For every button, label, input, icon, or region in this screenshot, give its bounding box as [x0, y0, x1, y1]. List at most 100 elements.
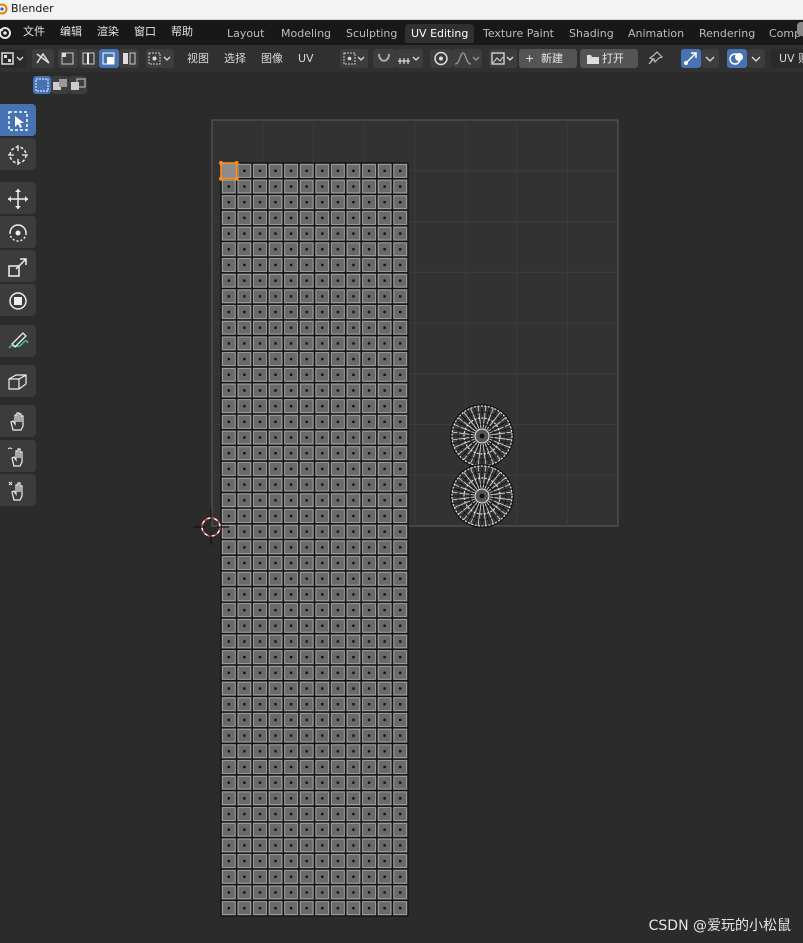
menu-render[interactable]: 渲染	[97, 25, 119, 39]
pinch-tool[interactable]	[0, 474, 36, 506]
tab-uv-editing[interactable]: UV Editing	[405, 24, 475, 43]
pin-image-button[interactable]	[644, 49, 666, 68]
tab-shading[interactable]: Shading	[563, 24, 620, 43]
tab-rendering[interactable]: Rendering	[693, 24, 761, 43]
menu-select[interactable]: 选择	[224, 52, 246, 65]
rip-tool[interactable]	[0, 365, 36, 397]
window-titlebar: Blender	[0, 0, 803, 20]
cursor-icon	[8, 145, 28, 165]
pivot-point-dropdown[interactable]	[340, 49, 368, 68]
sync-selection-toggle[interactable]	[32, 49, 54, 68]
tab-layout[interactable]: Layout	[221, 24, 270, 43]
edge-select-mode[interactable]	[79, 49, 99, 68]
cursor-tool[interactable]	[0, 138, 36, 170]
blender-logo-icon	[0, 3, 8, 15]
menu-view[interactable]: 视图	[187, 52, 209, 65]
uv-editor-viewport[interactable]	[0, 98, 803, 943]
window-title: Blender	[11, 2, 54, 15]
sticky-selection-icon	[148, 52, 171, 65]
face-select-mode[interactable]	[99, 49, 119, 68]
gizmo-toggle[interactable]	[681, 49, 701, 68]
annotate-icon	[8, 332, 29, 349]
menu-edit[interactable]: 编辑	[60, 25, 82, 39]
uv-map-label: UV 贴	[779, 52, 803, 65]
overlay-icon	[729, 53, 743, 65]
overlay-toggle[interactable]	[727, 49, 747, 68]
rotate-tool[interactable]	[0, 216, 36, 248]
tab-modeling[interactable]: Modeling	[275, 24, 337, 43]
transform-tool[interactable]	[0, 284, 36, 316]
folder-icon	[587, 55, 599, 64]
select-box-tool[interactable]	[0, 104, 36, 136]
gizmo-dropdown[interactable]	[701, 49, 719, 68]
plus-icon: +	[525, 52, 535, 65]
tab-sculpting[interactable]: Sculpting	[340, 24, 403, 43]
pin-icon	[648, 51, 664, 65]
tab-animation[interactable]: Animation	[622, 24, 690, 43]
top-menubar: 文件 编辑 渲染 窗口 帮助 Layout Modeling Sculpting…	[0, 20, 803, 45]
snap-increment-icon	[398, 56, 420, 64]
select-extend-icon	[53, 79, 67, 90]
menu-window[interactable]: 窗口	[134, 25, 156, 39]
menu-help[interactable]: 帮助	[171, 25, 193, 39]
menu-image[interactable]: 图像	[261, 52, 283, 65]
grab-icon	[10, 412, 24, 431]
island-select-mode[interactable]	[119, 49, 139, 68]
move-icon	[8, 189, 28, 209]
blender-menu-icon[interactable]	[0, 25, 12, 40]
open-image-label: 打开	[602, 52, 624, 65]
chevron-down-icon	[705, 56, 715, 62]
open-image-button[interactable]: 打开	[580, 49, 638, 68]
new-image-label: 新建	[541, 52, 563, 65]
selected-uv-face[interactable]	[219, 161, 239, 181]
transform-icon	[9, 292, 27, 310]
select-new-mode[interactable]	[33, 76, 51, 94]
snap-target-dropdown[interactable]	[395, 49, 423, 68]
move-tool[interactable]	[0, 182, 36, 214]
uv-island-strip[interactable]	[220, 162, 409, 917]
island-mode-icon	[123, 52, 136, 65]
select-subtract-mode[interactable]	[69, 76, 87, 94]
vertex-select-mode[interactable]	[58, 49, 78, 68]
select-subtract-icon	[71, 78, 86, 90]
snap-toggle[interactable]	[373, 49, 395, 68]
rip-icon	[8, 374, 27, 390]
proportional-edit-icon	[434, 51, 448, 66]
face-mode-icon	[102, 52, 115, 65]
uv-map-dropdown[interactable]: UV 贴	[771, 49, 803, 68]
new-image-button[interactable]: + 新建	[519, 49, 577, 68]
image-browse-dropdown[interactable]	[489, 49, 517, 68]
falloff-dropdown[interactable]	[452, 49, 482, 68]
uv-island-circle[interactable]	[450, 464, 514, 528]
select-extend-mode[interactable]	[51, 76, 69, 94]
tool-settings-bar	[0, 72, 803, 98]
select-new-icon	[35, 78, 49, 92]
chevron-down-icon	[751, 56, 761, 62]
overlay-dropdown[interactable]	[747, 49, 765, 68]
menu-file[interactable]: 文件	[23, 25, 45, 39]
editor-type-icon	[1, 52, 24, 65]
snap-icon	[378, 53, 390, 62]
grab-tool[interactable]	[0, 405, 36, 437]
scale-icon	[8, 258, 27, 277]
uv-editor-header: 视图 选择 图像 UV + 新建 打开 UV	[0, 45, 803, 72]
relax-tool[interactable]	[0, 440, 36, 472]
menu-uv[interactable]: UV	[298, 52, 314, 65]
select-box-icon	[8, 111, 28, 131]
image-icon	[491, 52, 514, 65]
proportional-edit-toggle[interactable]	[430, 49, 452, 68]
uv-island-circle[interactable]	[450, 404, 514, 468]
sync-selection-icon	[36, 52, 50, 64]
watermark: CSDN @爱玩的小松鼠	[648, 918, 791, 934]
gizmo-icon	[684, 52, 697, 65]
pinch-icon	[8, 481, 23, 501]
sidebar-toggle-tab[interactable]	[797, 22, 803, 36]
editor-type-button[interactable]	[0, 49, 26, 68]
scale-tool[interactable]	[0, 250, 36, 282]
annotate-tool[interactable]	[0, 325, 36, 357]
sticky-selection-dropdown[interactable]	[146, 49, 174, 68]
pivot-point-icon	[343, 52, 365, 65]
vertex-mode-icon	[61, 52, 74, 65]
edge-mode-icon	[82, 52, 95, 65]
tab-texture-paint[interactable]: Texture Paint	[477, 24, 560, 43]
